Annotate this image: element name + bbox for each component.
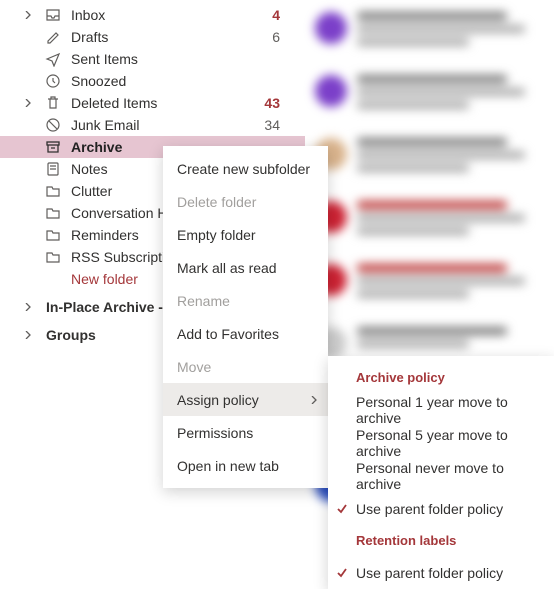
folder-count: 34 [264, 117, 280, 133]
submenu-label: Use parent folder policy [356, 565, 503, 581]
folder-count: 43 [264, 95, 280, 111]
folder-icon [45, 205, 61, 221]
folder-count: 6 [272, 29, 280, 45]
folder-label: Drafts [71, 29, 272, 45]
menu-delete-folder: Delete folder [163, 185, 328, 218]
submenu-label: Use parent folder policy [356, 501, 503, 517]
folder-icon [45, 249, 61, 265]
sent-icon [45, 51, 61, 67]
chevron-right-icon [22, 97, 34, 109]
policy-personal-1year[interactable]: Personal 1 year move to archive [328, 393, 554, 426]
inbox-icon [45, 7, 61, 23]
menu-assign-policy[interactable]: Assign policy [163, 383, 328, 416]
chevron-right-icon [22, 301, 34, 313]
menu-mark-all-read[interactable]: Mark all as read [163, 251, 328, 284]
folder-drafts[interactable]: Drafts 6 [0, 26, 305, 48]
clock-icon [45, 73, 61, 89]
folder-count: 4 [272, 7, 280, 23]
policy-personal-never[interactable]: Personal never move to archive [328, 459, 554, 492]
folder-label: Inbox [71, 7, 272, 23]
checkmark-icon [336, 567, 348, 579]
folder-junk[interactable]: Junk Email 34 [0, 114, 305, 136]
menu-rename: Rename [163, 284, 328, 317]
policy-personal-5year[interactable]: Personal 5 year move to archive [328, 426, 554, 459]
chevron-right-icon [310, 396, 318, 404]
menu-create-subfolder[interactable]: Create new subfolder [163, 152, 328, 185]
trash-icon [45, 95, 61, 111]
folder-deleted[interactable]: Deleted Items 43 [0, 92, 305, 114]
folder-label: Junk Email [71, 117, 264, 133]
policy-use-parent[interactable]: Use parent folder policy [328, 492, 554, 525]
submenu-header-archive: Archive policy [328, 362, 554, 393]
folder-icon [45, 183, 61, 199]
chevron-right-icon [22, 329, 34, 341]
folder-label: Deleted Items [71, 95, 264, 111]
folder-icon [45, 227, 61, 243]
menu-label: Assign policy [177, 392, 259, 408]
folder-label: Snoozed [71, 73, 305, 89]
folder-context-menu: Create new subfolder Delete folder Empty… [163, 146, 328, 488]
assign-policy-submenu: Archive policy Personal 1 year move to a… [328, 356, 554, 589]
menu-open-new-tab[interactable]: Open in new tab [163, 449, 328, 482]
chevron-right-icon [22, 9, 34, 21]
menu-add-favorites[interactable]: Add to Favorites [163, 317, 328, 350]
junk-icon [45, 117, 61, 133]
folder-inbox[interactable]: Inbox 4 [0, 4, 305, 26]
checkmark-icon [336, 503, 348, 515]
menu-permissions[interactable]: Permissions [163, 416, 328, 449]
retention-use-parent[interactable]: Use parent folder policy [328, 556, 554, 589]
menu-move: Move [163, 350, 328, 383]
folder-snoozed[interactable]: Snoozed [0, 70, 305, 92]
menu-empty-folder[interactable]: Empty folder [163, 218, 328, 251]
archive-icon [45, 139, 61, 155]
submenu-header-retention: Retention labels [328, 525, 554, 556]
folder-sent[interactable]: Sent Items [0, 48, 305, 70]
notes-icon [45, 161, 61, 177]
drafts-icon [45, 29, 61, 45]
folder-label: Sent Items [71, 51, 305, 67]
